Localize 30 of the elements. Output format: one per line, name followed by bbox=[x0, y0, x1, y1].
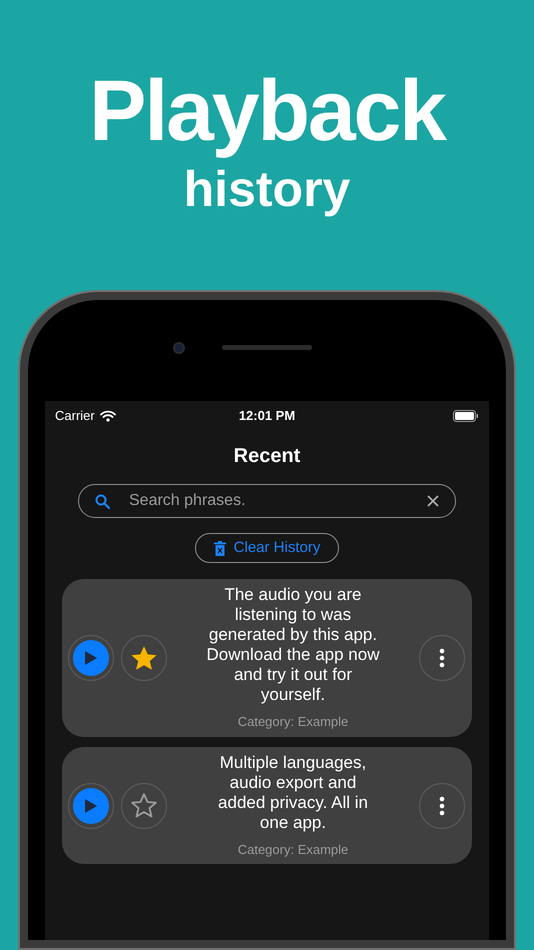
favorite-button[interactable] bbox=[121, 782, 167, 829]
phrase-text: Multiple languages, audio export and added privacy. All in one app. bbox=[217, 752, 369, 832]
screen-title: Recent bbox=[234, 444, 300, 469]
star-icon bbox=[130, 644, 158, 672]
star-outline-icon bbox=[130, 792, 158, 820]
carrier-label: Carrier bbox=[55, 407, 95, 426]
camera-icon bbox=[173, 342, 185, 354]
clock-time: 12:01 PM bbox=[238, 407, 296, 426]
play-icon bbox=[73, 640, 109, 676]
search-field[interactable]: Search phrases. bbox=[129, 489, 427, 513]
trash-icon bbox=[214, 540, 226, 556]
more-button[interactable] bbox=[419, 635, 465, 682]
search-icon bbox=[95, 494, 110, 508]
subheadline: history bbox=[184, 160, 350, 218]
wifi-icon bbox=[100, 410, 116, 422]
play-icon bbox=[73, 788, 109, 824]
close-icon[interactable] bbox=[427, 495, 439, 507]
category-label: Category: Example bbox=[238, 840, 348, 859]
more-icon bbox=[439, 796, 445, 816]
more-button[interactable] bbox=[419, 782, 465, 829]
search-bar[interactable]: Search phrases. bbox=[78, 484, 456, 518]
favorite-button[interactable] bbox=[121, 635, 167, 682]
play-button[interactable] bbox=[68, 635, 114, 682]
phrase-text: The audio you are listening to was generated by this app. Download the app now and try it out for yourself. bbox=[206, 585, 380, 705]
headline: Playback bbox=[89, 62, 445, 161]
more-icon bbox=[439, 648, 445, 668]
clear-history-button[interactable]: Clear History bbox=[194, 533, 340, 563]
play-button[interactable] bbox=[68, 782, 114, 829]
battery-icon bbox=[453, 410, 479, 422]
category-label: Category: Example bbox=[238, 713, 348, 731]
